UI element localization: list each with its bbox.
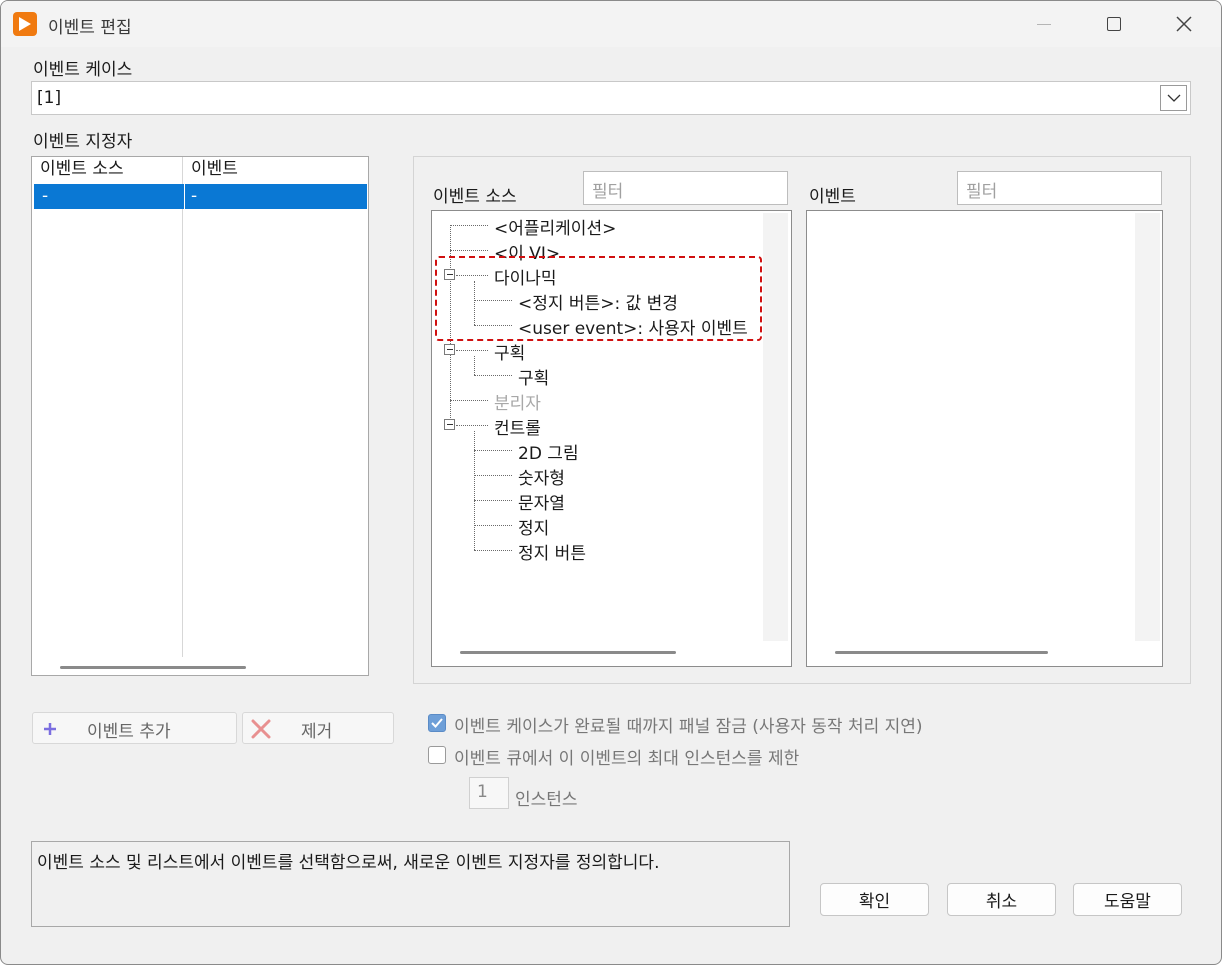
row-source-cell: - bbox=[42, 186, 49, 206]
description-text: 이벤트 소스 및 리스트에서 이벤트를 선택함으로써, 새로운 이벤트 지정자를… bbox=[37, 853, 660, 873]
column-header-event[interactable]: 이벤트 bbox=[183, 157, 368, 182]
table-row[interactable]: - - bbox=[34, 184, 367, 209]
tree-connector bbox=[450, 400, 488, 401]
tree-connector bbox=[450, 250, 488, 251]
tree-item-pane[interactable]: 구획 bbox=[494, 339, 525, 364]
minus-icon bbox=[446, 349, 453, 350]
lock-panel-label: 이벤트 케이스가 완료될 때까지 패널 잠금 (사용자 동작 처리 지연) bbox=[454, 717, 923, 737]
cell-divider bbox=[184, 184, 185, 209]
tree-item-string[interactable]: 문자열 bbox=[518, 489, 565, 514]
help-button[interactable]: 도움말 bbox=[1073, 883, 1182, 916]
tree-item-application[interactable]: <어플리케이션> bbox=[494, 214, 616, 239]
chevron-down-icon bbox=[1167, 94, 1180, 102]
event-case-value: [1] bbox=[37, 88, 62, 108]
maximize-icon bbox=[1107, 17, 1121, 31]
row-event-cell: - bbox=[191, 186, 198, 206]
events-label: 이벤트 bbox=[809, 187, 856, 207]
plus-icon bbox=[44, 723, 56, 735]
column-header-event-source[interactable]: 이벤트 소스 bbox=[32, 157, 182, 182]
tree-item-2d-picture[interactable]: 2D 그림 bbox=[518, 439, 579, 464]
tree-item-controls[interactable]: 컨트롤 bbox=[494, 414, 541, 439]
event-filter-input[interactable]: 필터 bbox=[957, 171, 1162, 205]
event-specifiers-label: 이벤트 지정자 bbox=[33, 132, 133, 152]
column-divider bbox=[182, 157, 183, 657]
event-case-select[interactable]: [1] bbox=[31, 81, 1191, 115]
delete-x-icon bbox=[251, 719, 271, 739]
instances-label: 인스턴스 bbox=[515, 790, 578, 810]
minimize-button[interactable] bbox=[1021, 9, 1067, 39]
tree-connector bbox=[474, 450, 512, 451]
limit-instances-checkbox[interactable] bbox=[428, 746, 446, 764]
tree-connector bbox=[456, 425, 488, 426]
event-list[interactable] bbox=[806, 210, 1163, 667]
event-sources-label: 이벤트 소스 bbox=[433, 187, 517, 207]
collapse-pane-toggle[interactable] bbox=[444, 344, 455, 355]
close-button[interactable] bbox=[1161, 9, 1207, 39]
close-icon bbox=[1176, 16, 1192, 32]
event-edit-dialog: 이벤트 편집 이벤트 케이스 [1] 이벤트 지정자 이벤트 소스 이벤트 - … bbox=[0, 0, 1222, 965]
window-title: 이벤트 편집 bbox=[48, 18, 132, 38]
tree-item-splitter[interactable]: 분리자 bbox=[494, 389, 541, 414]
collapse-controls-toggle[interactable] bbox=[444, 419, 455, 430]
vertical-scrollbar-track[interactable] bbox=[763, 213, 788, 641]
event-source-filter-input[interactable]: 필터 bbox=[583, 171, 788, 205]
horizontal-scrollbar[interactable] bbox=[460, 651, 676, 654]
event-specifier-list[interactable]: 이벤트 소스 이벤트 - - bbox=[31, 156, 369, 676]
tree-item-numeric[interactable]: 숫자형 bbox=[518, 464, 565, 489]
lock-panel-checkbox[interactable] bbox=[428, 714, 446, 732]
remove-button[interactable]: 제거 bbox=[242, 712, 394, 744]
tree-item-stop-button[interactable]: 정지 버튼 bbox=[518, 539, 586, 564]
add-event-label: 이벤트 추가 bbox=[87, 722, 171, 742]
add-event-button[interactable]: 이벤트 추가 bbox=[32, 712, 237, 744]
checkmark-icon bbox=[431, 718, 443, 728]
tree-connector bbox=[474, 550, 512, 551]
limit-instances-label: 이벤트 큐에서 이 이벤트의 최대 인스턴스를 제한 bbox=[454, 749, 800, 769]
dropdown-button[interactable] bbox=[1160, 85, 1187, 111]
tree-connector bbox=[474, 356, 475, 375]
tree-item-pane-child[interactable]: 구획 bbox=[518, 364, 549, 389]
tree-connector bbox=[450, 225, 488, 226]
ok-button[interactable]: 확인 bbox=[820, 883, 929, 916]
remove-label: 제거 bbox=[301, 722, 333, 742]
horizontal-scrollbar[interactable] bbox=[60, 666, 246, 669]
horizontal-scrollbar[interactable] bbox=[835, 651, 1048, 654]
tree-connector bbox=[474, 500, 512, 501]
dynamic-events-highlight bbox=[435, 256, 762, 341]
event-case-label: 이벤트 케이스 bbox=[33, 60, 133, 80]
cancel-button[interactable]: 취소 bbox=[947, 883, 1056, 916]
tree-connector bbox=[474, 475, 512, 476]
vertical-scrollbar-track[interactable] bbox=[1135, 213, 1160, 641]
tree-connector bbox=[456, 350, 488, 351]
app-logo-icon bbox=[13, 12, 37, 36]
tree-item-stop[interactable]: 정지 bbox=[518, 514, 549, 539]
tree-connector bbox=[474, 375, 512, 376]
tree-connector bbox=[474, 431, 475, 550]
tree-connector bbox=[474, 525, 512, 526]
minus-icon bbox=[446, 424, 453, 425]
description-box: 이벤트 소스 및 리스트에서 이벤트를 선택함으로써, 새로운 이벤트 지정자를… bbox=[31, 841, 790, 927]
minimize-icon bbox=[1037, 23, 1051, 25]
title-bar: 이벤트 편집 bbox=[1, 1, 1221, 47]
maximize-button[interactable] bbox=[1091, 9, 1137, 39]
max-instances-input[interactable]: 1 bbox=[469, 777, 509, 809]
